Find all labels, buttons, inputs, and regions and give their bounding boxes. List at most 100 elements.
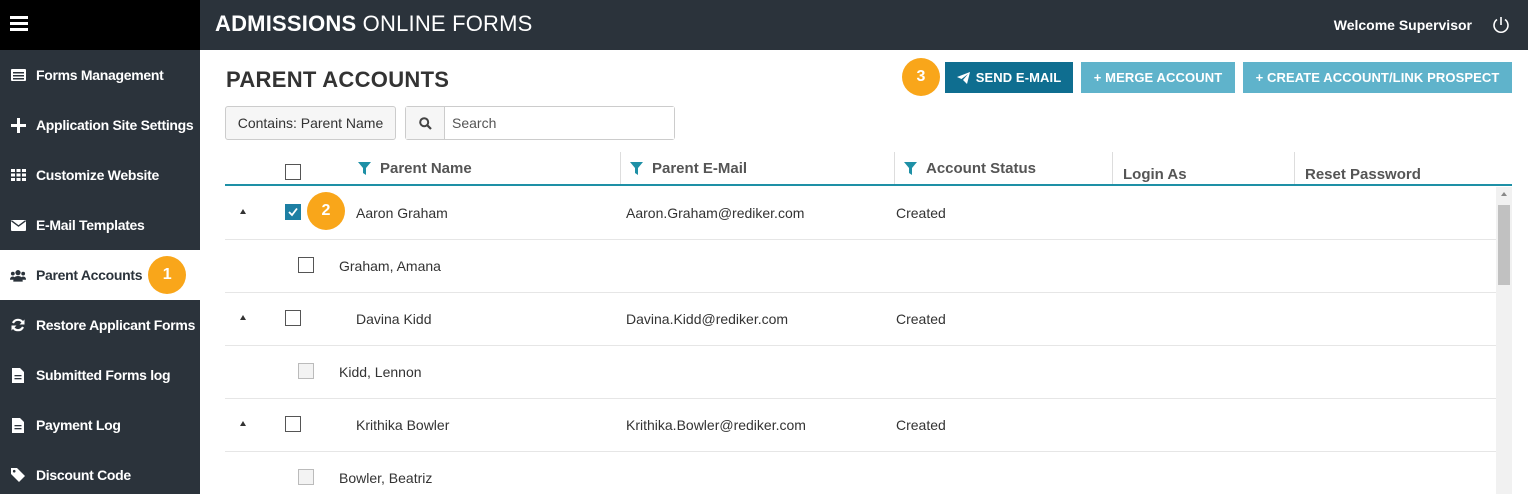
refresh-icon (10, 317, 26, 333)
send-email-label: SEND E-MAIL (975, 70, 1062, 85)
filter-icon[interactable] (358, 161, 371, 175)
account-status: Created (896, 311, 946, 327)
create-account-button[interactable]: + CREATE ACCOUNT/LINK PROSPECT (1243, 62, 1512, 93)
sidebar-item-label: Application Site Settings (36, 117, 194, 133)
row-checkbox[interactable] (285, 310, 301, 326)
table-row[interactable]: Bowler, Beatriz (225, 452, 1496, 494)
menu-icon[interactable] (10, 16, 28, 31)
column-header-parent-email[interactable]: Parent E-Mail (630, 150, 747, 186)
top-bar: ADMISSIONS ONLINE FORMS Welcome Supervis… (200, 0, 1528, 50)
filter-dropdown[interactable]: Contains: Parent Name (225, 106, 396, 140)
column-label: Parent E-Mail (652, 159, 748, 177)
column-label: Parent Name (380, 159, 472, 177)
merge-account-label: + MERGE ACCOUNT (1093, 70, 1223, 85)
student-name: Kidd, Lennon (339, 364, 422, 380)
app: Forms Management Application Site Settin… (0, 0, 1528, 494)
row-checkbox (298, 363, 314, 379)
account-status: Created (896, 417, 946, 433)
select-all-checkbox[interactable] (285, 164, 301, 180)
sidebar-item-submitted-forms-log[interactable]: Submitted Forms log (0, 350, 200, 400)
power-icon[interactable] (1491, 15, 1511, 35)
parent-name: Davina Kidd (356, 311, 432, 327)
table-row[interactable]: Graham, Amana (225, 240, 1496, 293)
column-label: Reset Password (1305, 165, 1421, 183)
parent-email: Aaron.Graham@rediker.com (626, 205, 805, 221)
tag-icon (10, 467, 26, 483)
callout-badge: 3 (902, 58, 940, 96)
sidebar-item-label: E-Mail Templates (36, 217, 145, 233)
column-divider[interactable] (620, 152, 621, 184)
grid-icon (10, 167, 26, 183)
sidebar-header (0, 0, 200, 50)
paper-plane-icon (956, 71, 970, 84)
column-label: Account Status (926, 159, 1037, 177)
sidebar-item-label: Discount Code (36, 467, 131, 483)
filter-icon[interactable] (904, 161, 917, 175)
send-email-button[interactable]: SEND E-MAIL (945, 62, 1073, 93)
row-checkbox[interactable] (298, 257, 314, 273)
filter-icon[interactable] (630, 161, 643, 175)
document-icon (10, 367, 26, 383)
sidebar-item-email-templates[interactable]: E-Mail Templates (0, 200, 200, 250)
parent-email: Davina.Kidd@rediker.com (626, 311, 789, 327)
collapse-arrow-icon[interactable] (240, 209, 246, 214)
student-name: Bowler, Beatriz (339, 470, 433, 486)
welcome-text: Welcome Supervisor (1333, 17, 1472, 33)
app-title-rest: ONLINE FORMS (356, 11, 533, 36)
table-row[interactable]: Krithika Bowler Krithika.Bowler@rediker.… (225, 399, 1496, 452)
account-status: Created (896, 205, 946, 221)
row-checkbox[interactable] (285, 416, 301, 432)
sidebar-item-forms-management[interactable]: Forms Management (0, 50, 200, 100)
column-divider[interactable] (894, 152, 895, 184)
table-row[interactable]: Davina Kidd Davina.Kidd@rediker.com Crea… (225, 293, 1496, 346)
sidebar-item-label: Restore Applicant Forms (36, 317, 196, 333)
document-icon (10, 417, 26, 433)
column-header-parent-name[interactable]: Parent Name (358, 150, 472, 186)
callout-badge: 2 (307, 192, 345, 230)
sidebar-item-discount-code[interactable]: Discount Code (0, 450, 200, 494)
table-row[interactable]: 2 Aaron Graham Aaron.Graham@rediker.com … (225, 187, 1496, 240)
sidebar-item-customize-website[interactable]: Customize Website (0, 150, 200, 200)
sidebar-item-parent-accounts[interactable]: Parent Accounts 1 (0, 250, 200, 300)
vertical-scrollbar[interactable] (1496, 187, 1512, 494)
row-checkbox (298, 469, 314, 485)
sidebar-item-payment-log[interactable]: Payment Log (0, 400, 200, 450)
row-checkbox[interactable] (285, 204, 301, 220)
create-account-label: + CREATE ACCOUNT/LINK PROSPECT (1255, 70, 1500, 85)
table-row[interactable]: Kidd, Lennon (225, 346, 1496, 399)
filter-label: Contains: Parent Name (237, 115, 384, 131)
users-icon (10, 267, 26, 283)
sidebar: Forms Management Application Site Settin… (0, 0, 200, 494)
callout-badge: 1 (148, 256, 186, 294)
scroll-up-arrow-icon[interactable] (1501, 192, 1507, 196)
collapse-arrow-icon[interactable] (240, 315, 246, 320)
column-divider[interactable] (1294, 152, 1295, 184)
plus-icon (10, 117, 26, 133)
merge-account-button[interactable]: + MERGE ACCOUNT (1081, 62, 1235, 93)
search-box (405, 106, 675, 140)
student-name: Graham, Amana (339, 258, 441, 274)
grid-header: Parent Name Parent E-Mail Account Status… (225, 150, 1512, 186)
scroll-thumb[interactable] (1498, 205, 1510, 285)
collapse-arrow-icon[interactable] (240, 421, 246, 426)
main-content: PARENT ACCOUNTS 3 SEND E-MAIL + MERGE AC… (200, 50, 1528, 494)
app-title-bold: ADMISSIONS (215, 11, 357, 36)
column-divider[interactable] (1112, 152, 1113, 184)
page-title: PARENT ACCOUNTS (226, 67, 450, 92)
app-title: ADMISSIONS ONLINE FORMS (215, 11, 533, 37)
parent-email: Krithika.Bowler@rediker.com (626, 417, 806, 433)
parent-name: Aaron Graham (356, 205, 448, 221)
sidebar-item-label: Customize Website (36, 167, 159, 183)
sidebar-item-label: Parent Accounts (36, 267, 143, 283)
envelope-icon (10, 217, 26, 233)
search-input[interactable] (445, 107, 674, 139)
sidebar-item-label: Submitted Forms log (36, 367, 171, 383)
parent-name: Krithika Bowler (356, 417, 450, 433)
sidebar-item-restore-applicant-forms[interactable]: Restore Applicant Forms (0, 300, 200, 350)
column-header-account-status[interactable]: Account Status (904, 150, 1036, 186)
sidebar-item-label: Payment Log (36, 417, 121, 433)
list-icon (10, 67, 26, 83)
search-icon[interactable] (406, 107, 445, 139)
check-icon (288, 207, 298, 217)
sidebar-item-application-site-settings[interactable]: Application Site Settings (0, 100, 200, 150)
